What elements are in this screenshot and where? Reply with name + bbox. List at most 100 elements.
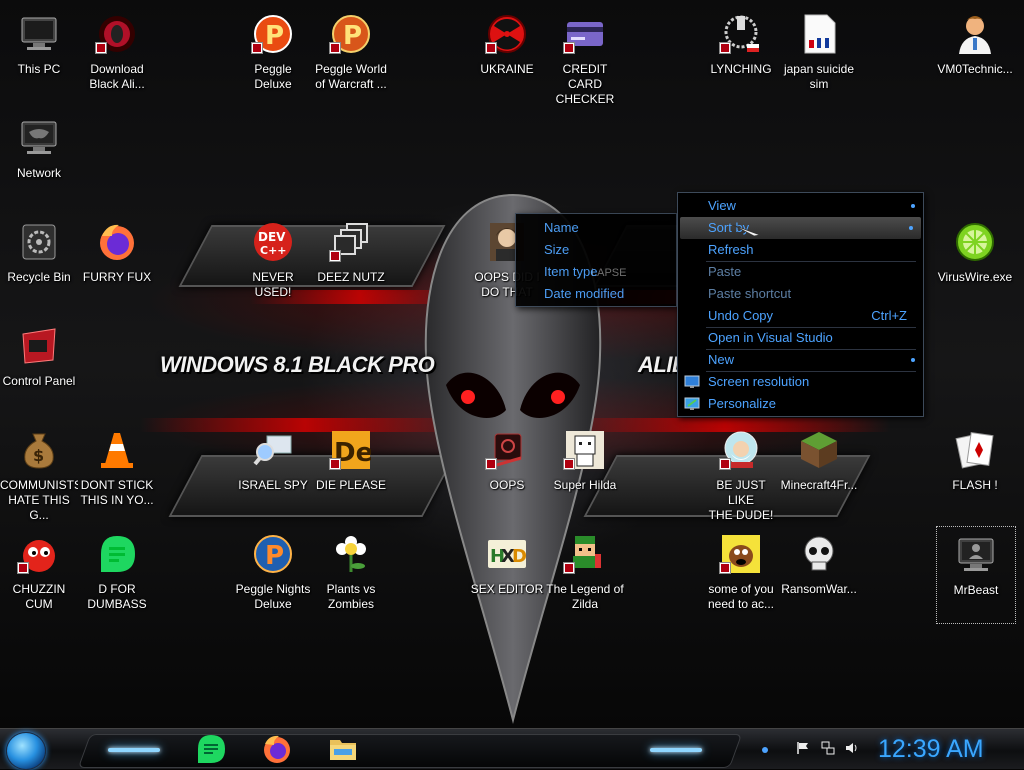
desktop-icon-some-of-you[interactable]: some of you need to ac... (702, 526, 780, 622)
sort-by-item-type[interactable]: Item type (516, 261, 676, 283)
desktop-icon-dont-stick[interactable]: DONT STICK THIS IN YO... (78, 422, 156, 518)
shortcut-arrow-icon (719, 42, 731, 54)
desktop-icon-flash[interactable]: FLASH ! (936, 422, 1014, 518)
menu-item-new[interactable]: New (678, 349, 923, 371)
menu-item-personalize[interactable]: Personalize (678, 393, 923, 415)
sort-by-name[interactable]: Name (516, 217, 676, 239)
menu-item-undo-copy[interactable]: Undo Copy Ctrl+Z (678, 305, 923, 327)
desktop-icon-label: CREDIT CARD CHECKER (555, 62, 615, 106)
submenu-arrow-icon (911, 358, 915, 362)
volume-icon[interactable] (845, 741, 859, 755)
shortcut-arrow-icon (95, 42, 107, 54)
desktop-icon-this-pc[interactable]: This PC (0, 6, 78, 102)
shortcut-arrow-icon (719, 562, 731, 574)
control-panel-icon (22, 328, 56, 364)
recycle-bin-icon (22, 224, 56, 260)
desktop-icon-minecraft4free[interactable]: Minecraft4Fr... (780, 422, 858, 518)
svg-text:P: P (265, 21, 284, 51)
desktop-icon-oops[interactable]: OOPS (468, 422, 546, 518)
desktop-icon-communists[interactable]: $ COMMUNISTS HATE THIS G... (0, 422, 78, 522)
traffic-cone-icon (101, 433, 133, 468)
desktop-icon-deez-nutz[interactable]: DEEZ NUTZ (312, 214, 390, 310)
chat-bubble-icon[interactable] (196, 734, 226, 764)
hxd-icon: HXD (488, 540, 527, 568)
desktop-icon-peggle-nights-deluxe[interactable]: P Peggle Nights Deluxe (234, 526, 312, 622)
sort-by-date-modified[interactable]: Date modified (516, 283, 676, 305)
menu-item-label: Screen resolution (708, 374, 810, 389)
desktop-icon-legend-of-zilda[interactable]: The Legend of Zilda (546, 526, 624, 622)
start-button[interactable] (6, 732, 46, 770)
magnifier-computer-icon (253, 435, 292, 466)
desktop-icon-label: Peggle Deluxe (254, 62, 292, 91)
desktop-icon-download-black-ali[interactable]: Download Black Ali... (78, 6, 156, 102)
menu-item-sort-by[interactable]: Sort by (680, 217, 921, 239)
chat-bubble-icon (101, 536, 135, 572)
desktop-icon-peggle-deluxe[interactable]: P Peggle Deluxe (234, 6, 312, 102)
desktop-icon-peggle-world-of-warcraft[interactable]: P Peggle World of Warcraft ... (312, 6, 390, 102)
desktop-icon-sex-editor[interactable]: HXD SEX EDITOR (468, 526, 546, 622)
file-explorer-icon[interactable] (328, 734, 358, 764)
desktop-icon-viruswire[interactable]: VirusWire.exe (936, 214, 1014, 310)
shortcut-arrow-icon (485, 458, 497, 470)
desktop-icon-label: VM0Technic... (937, 62, 1013, 76)
menu-item-refresh[interactable]: Refresh (678, 239, 923, 261)
desktop-icon-japan-suicide-sim[interactable]: japan suicide sim (780, 6, 858, 102)
shortcut-arrow-icon (329, 42, 341, 54)
flag-icon[interactable] (796, 741, 810, 755)
desktop-icon-plants-vs-zombies[interactable]: Plants vs Zombies (312, 526, 390, 622)
menu-item-label: Paste (708, 264, 742, 279)
skull-icon (804, 536, 834, 571)
taskbar-clock[interactable]: 12:39 AM (878, 733, 1008, 765)
desktop-icon-label: RansomWar... (781, 582, 857, 596)
desktop-icon-recycle-bin[interactable]: Recycle Bin (0, 214, 78, 310)
desktop-icon-credit-card-checker[interactable]: CREDIT CARD CHECKER (546, 6, 624, 106)
desktop-icon-mrbeast[interactable]: MrBeast (936, 526, 1016, 624)
desktop-icon-label: Download Black Ali... (89, 62, 145, 91)
show-hidden-icons-button[interactable] (762, 747, 768, 753)
desktop-icon-network[interactable]: Network (0, 110, 78, 206)
shortcut-arrow-icon (563, 42, 575, 54)
desktop-icon-never-used[interactable]: DEV C++ NEVER USED! (234, 214, 312, 310)
taskbar-dock (77, 734, 743, 768)
desktop-icon-label: SEX EDITOR (470, 582, 544, 596)
desktop-icon-control-panel[interactable]: Control Panel (0, 318, 78, 414)
menu-item-paste-shortcut[interactable]: Paste shortcut (678, 283, 923, 305)
desktop-icon-super-hilda[interactable]: Super Hilda (546, 422, 624, 518)
desktop-icon-chuzzin-cum[interactable]: CHUZZIN CUM (0, 526, 78, 622)
desktop-icon-ukraine[interactable]: UKRAINE (468, 6, 546, 102)
desktop-icon-ransomware[interactable]: RansomWar... (780, 526, 858, 622)
svg-text:D: D (512, 546, 527, 567)
desktop-icon-label: FURRY FUX (82, 270, 152, 284)
peggle-icon: P (254, 535, 292, 573)
taskbar: 12:39 AM (0, 728, 1024, 770)
desktop-icon-label: Control Panel (2, 374, 76, 388)
mouse-cursor-icon (732, 224, 762, 237)
menu-item-label: Refresh (708, 242, 754, 257)
computer-icon (21, 17, 57, 50)
firefox-icon[interactable] (262, 734, 292, 764)
desktop-icon-vm0technic[interactable]: VM0Technic... (936, 6, 1014, 102)
devcpp-icon: DEVC++ (254, 223, 292, 261)
doctor-icon (959, 16, 991, 54)
desktop-icon-label: Plants vs Zombies (326, 582, 376, 611)
firefox-icon (100, 224, 134, 260)
desktop-icon-d-for-dumbass[interactable]: D FOR DUMBASS (78, 526, 156, 622)
shortcut-arrow-icon (563, 562, 575, 574)
desktop-context-menu: View Sort by Refresh Paste Paste shortcu… (677, 192, 924, 417)
desktop-icon-die-please[interactable]: De DIE PLEASE (312, 422, 390, 518)
desktop-icon-furry-fux[interactable]: FURRY FUX (78, 214, 156, 310)
network-icon[interactable] (821, 741, 835, 755)
menu-item-screen-resolution[interactable]: Screen resolution (678, 371, 923, 393)
menu-item-view[interactable]: View (678, 195, 923, 217)
desktop-icon-lynching[interactable]: LYNCHING (702, 6, 780, 102)
menu-item-open-in-visual-studio[interactable]: Open in Visual Studio (678, 327, 923, 349)
shortcut-arrow-icon (719, 458, 731, 470)
desktop-icon-be-just-like-the-dude[interactable]: BE JUST LIKE THE DUDE! (702, 422, 780, 522)
sort-by-size[interactable]: Size (516, 239, 676, 261)
desktop-icon-label: D FOR DUMBASS (87, 582, 147, 611)
desktop-icon-label: COMMUNISTS HATE THIS G... (0, 478, 78, 522)
menu-item-label: Paste shortcut (708, 286, 792, 301)
desktop-icon-label: ISRAEL SPY (238, 478, 308, 492)
desktop-icon-israel-spy[interactable]: ISRAEL SPY (234, 422, 312, 518)
menu-item-paste[interactable]: Paste (678, 261, 923, 283)
